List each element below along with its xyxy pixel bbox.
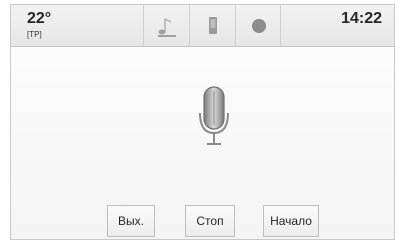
dot-icon xyxy=(252,19,266,33)
temperature: 22° xyxy=(27,10,52,27)
exit-button[interactable]: Вых. xyxy=(107,205,155,237)
tab-dot[interactable] xyxy=(235,5,281,46)
screen-frame: 22° [TP] 14:22 Вых. Стоп Начало xyxy=(10,4,395,240)
music-note-icon xyxy=(158,18,176,37)
microphone-icon xyxy=(199,86,229,145)
clock: 14:22 xyxy=(341,10,382,27)
status-bar: 22° [TP] 14:22 xyxy=(11,5,394,47)
start-button[interactable]: Начало xyxy=(263,205,319,237)
traffic-program-indicator: [TP] xyxy=(27,30,42,39)
phone-icon xyxy=(209,17,217,34)
stop-button[interactable]: Стоп xyxy=(185,205,235,237)
tab-music[interactable] xyxy=(143,5,189,46)
tab-phone[interactable] xyxy=(189,5,235,46)
